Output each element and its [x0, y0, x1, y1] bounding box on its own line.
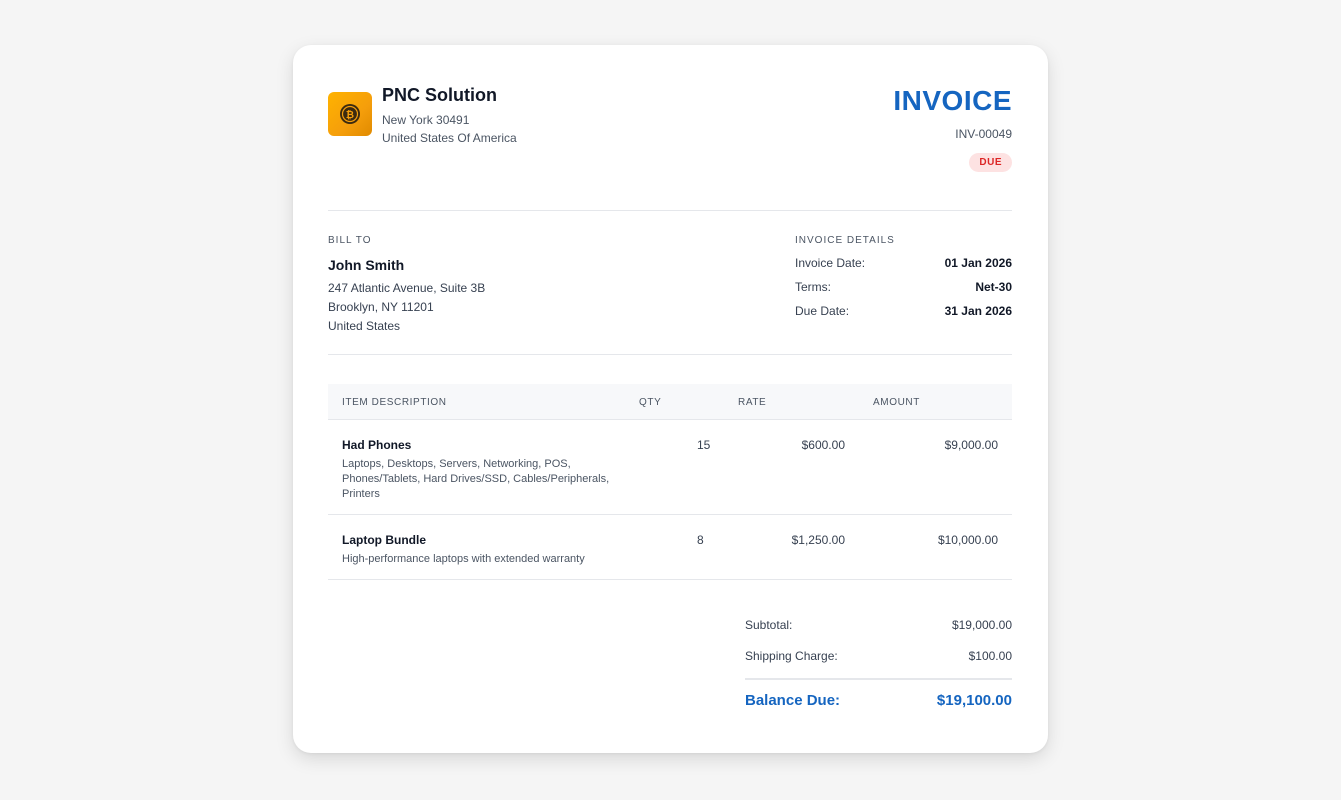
totals-section: Subtotal: $19,000.00 Shipping Charge: $1…	[328, 580, 1012, 740]
bitcoin-coin-icon: ₿	[340, 104, 360, 124]
invoice-details-label: INVOICE DETAILS	[795, 235, 895, 246]
customer-address-line3: United States	[328, 319, 401, 333]
bill-divider	[328, 354, 1012, 355]
shipping-value: $100.00	[968, 649, 1012, 663]
detail-label: Invoice Date:	[795, 256, 866, 270]
invoice-header: ₿ PNC Solution New York 30491 United Sta…	[328, 45, 1012, 210]
detail-label: Terms:	[795, 280, 831, 294]
table-row: Laptop Bundle High-performance laptops w…	[328, 515, 1012, 580]
status-badge: DUE	[969, 153, 1012, 172]
company-logo: ₿	[328, 92, 372, 136]
invoice-title: INVOICE	[893, 85, 1012, 116]
balance-due-value: $19,100.00	[936, 692, 1012, 709]
detail-value: 31 Jan 2026	[944, 304, 1012, 318]
company-name: PNC Solution	[382, 85, 497, 105]
svg-text:₿: ₿	[346, 109, 354, 121]
items-table: ITEM DESCRIPTION QTY RATE AMOUNT Had Pho…	[328, 384, 1012, 580]
header-amount: AMOUNT	[873, 397, 920, 408]
detail-row-due-date: Due Date: 31 Jan 2026	[795, 304, 1012, 318]
customer-name: John Smith	[328, 257, 405, 273]
company-address-line2: United States Of America	[382, 131, 517, 145]
balance-due-row: Balance Due: $19,100.00	[745, 692, 1012, 709]
detail-row-invoice-date: Invoice Date: 01 Jan 2026	[795, 256, 1012, 270]
detail-value: Net-30	[975, 280, 1012, 294]
subtotal-row: Subtotal: $19,000.00	[745, 618, 1012, 632]
detail-row-terms: Terms: Net-30	[795, 280, 1012, 294]
item-description: High-performance laptops with extended w…	[342, 553, 585, 565]
table-row: Had Phones Laptops, Desktops, Servers, N…	[328, 420, 1012, 515]
header-rate: RATE	[738, 397, 767, 408]
item-rate: $600.00	[801, 438, 845, 452]
header-item-description: ITEM DESCRIPTION	[342, 397, 447, 408]
item-title: Had Phones	[342, 438, 412, 452]
customer-address-line1: 247 Atlantic Avenue, Suite 3B	[328, 281, 486, 295]
shipping-label: Shipping Charge:	[745, 649, 838, 663]
bill-section: BILL TO John Smith 247 Atlantic Avenue, …	[328, 211, 1012, 354]
invoice-number: INV-00049	[955, 127, 1012, 141]
company-address-line1: New York 30491	[382, 113, 470, 127]
item-title: Laptop Bundle	[342, 533, 426, 547]
invoice-card: ₿ PNC Solution New York 30491 United Sta…	[293, 45, 1048, 753]
invoice-details: INVOICE DETAILS Invoice Date: 01 Jan 202…	[795, 211, 1012, 354]
item-description: Laptops, Desktops, Servers, Networking, …	[342, 458, 610, 500]
detail-label: Due Date:	[795, 304, 850, 318]
totals-divider	[745, 678, 1012, 680]
shipping-row: Shipping Charge: $100.00	[745, 649, 1012, 663]
bill-to-label: BILL TO	[328, 235, 372, 246]
item-qty: 15	[697, 438, 711, 452]
item-amount: $10,000.00	[937, 533, 998, 547]
balance-due-label: Balance Due:	[745, 692, 841, 709]
item-amount: $9,000.00	[944, 438, 998, 452]
subtotal-value: $19,000.00	[951, 618, 1012, 632]
header-qty: QTY	[639, 397, 662, 408]
customer-address-line2: Brooklyn, NY 11201	[328, 300, 434, 314]
item-rate: $1,250.00	[791, 533, 845, 547]
item-qty: 8	[697, 533, 704, 547]
subtotal-label: Subtotal:	[745, 618, 793, 632]
detail-value: 01 Jan 2026	[944, 256, 1012, 270]
table-header: ITEM DESCRIPTION QTY RATE AMOUNT	[328, 384, 1012, 420]
